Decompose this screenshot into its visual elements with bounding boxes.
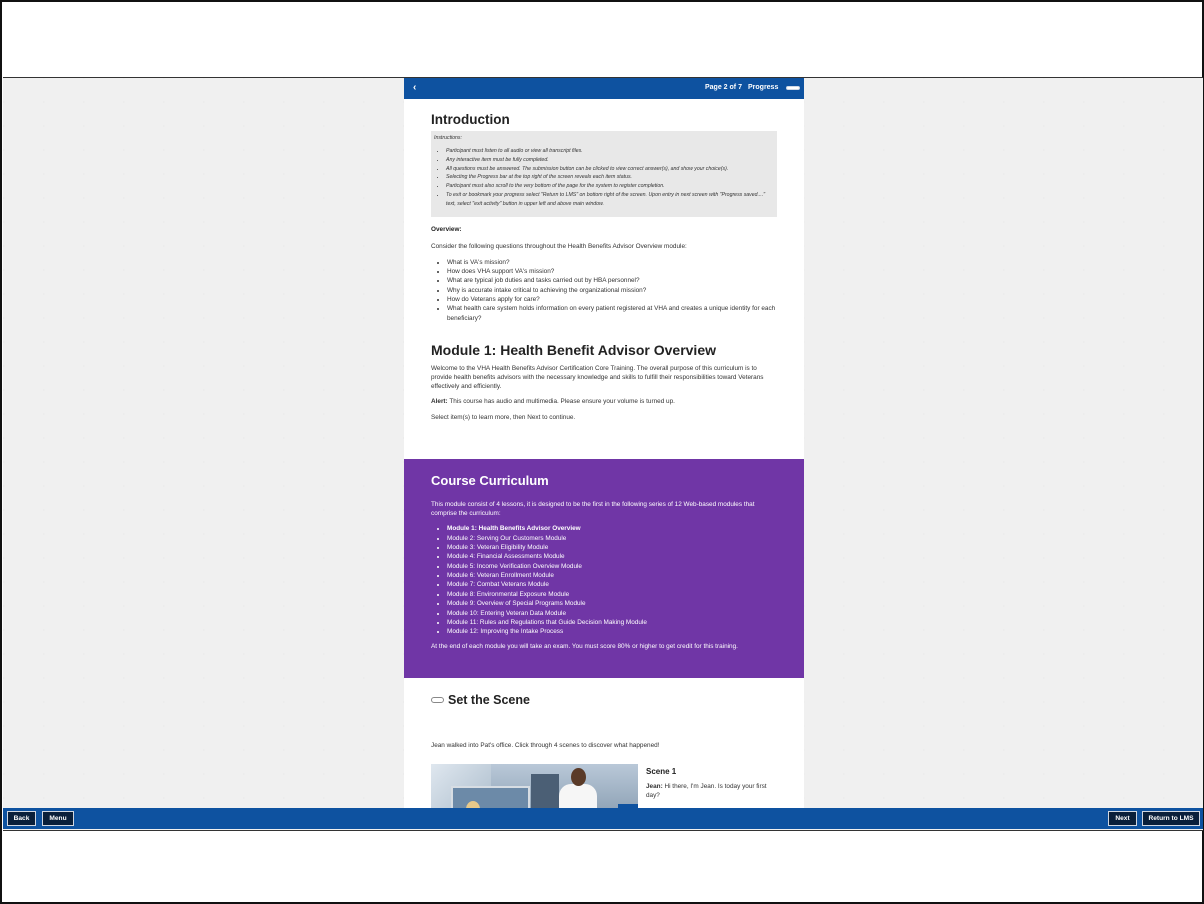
curriculum-intro: This module consist of 4 lessons, it is …: [431, 501, 755, 518]
curriculum-module-item: Module 8: Environmental Exposure Module: [447, 590, 777, 599]
bottom-bar: Back Menu Next Return to LMS: [3, 808, 1203, 829]
chevron-left-icon[interactable]: ‹: [413, 82, 416, 93]
scene-section: Set the Scene Jean walked into Pat's off…: [404, 678, 804, 808]
scene-number: Scene 1: [646, 767, 677, 776]
instruction-item: All questions must be answered. The subm…: [446, 165, 774, 174]
curriculum-module-item: Module 11: Rules and Regulations that Gu…: [447, 618, 777, 627]
instructions-label: Instructions:: [434, 135, 462, 141]
menu-button[interactable]: Menu: [42, 811, 74, 826]
curriculum-module-item: Module 6: Veteran Enrollment Module: [447, 571, 777, 580]
page-content: Introduction Instructions: Participant m…: [404, 112, 804, 808]
curriculum-module-item: Module 12: Improving the Intake Process: [447, 627, 777, 636]
welcome-text: Welcome to the VHA Health Benefits Advis…: [431, 364, 764, 391]
top-bar: ‹ Page 2 of 7 Progress: [404, 78, 804, 99]
instruction-item: Selecting the Progress bar at the top ri…: [446, 173, 774, 182]
scene-title-row: Set the Scene: [431, 693, 530, 707]
scene-line: Hi there, I'm Jean. Is today your first …: [646, 783, 767, 800]
office-shelf: [531, 774, 559, 808]
scene-image: ›: [431, 764, 638, 808]
curriculum-module-item: Module 5: Income Verification Overview M…: [447, 562, 777, 571]
overview-label: Overview:: [431, 225, 462, 233]
curriculum-exam-note: At the end of each module you will take …: [431, 642, 738, 650]
overview-question: What are typical job duties and tasks ca…: [447, 276, 777, 285]
office-cubicle: [451, 786, 530, 808]
standing-person: [559, 784, 597, 808]
curriculum-module-list: Module 1: Health Benefits Advisor Overvi…: [431, 524, 777, 636]
select-instruction: Select item(s) to learn more, then Next …: [431, 413, 576, 421]
instructions-box: Instructions: Participant must listen to…: [431, 131, 777, 217]
alert-label: Alert:: [431, 398, 448, 406]
scene-heading: Set the Scene: [448, 693, 530, 707]
scene-intro: Jean walked into Pat's office. Click thr…: [431, 742, 660, 749]
overview-question: Why is accurate intake critical to achie…: [447, 286, 777, 295]
curriculum-module-item: Module 3: Veteran Eligibility Module: [447, 543, 777, 552]
overview-question: How does VHA support VA's mission?: [447, 267, 777, 276]
overview-questions: What is VA's mission?How does VHA suppor…: [431, 258, 777, 323]
scene-dialogue: Jean: Hi there, I'm Jean. Is today your …: [646, 782, 776, 800]
curriculum-module-item: Module 7: Combat Veterans Module: [447, 580, 777, 589]
curriculum-module-item: Module 9: Overview of Special Programs M…: [447, 599, 777, 608]
next-button[interactable]: Next: [1108, 811, 1137, 826]
instruction-item: Participant must listen to all audio or …: [446, 147, 774, 156]
return-to-lms-button[interactable]: Return to LMS: [1142, 811, 1200, 826]
alert-text: Alert: This course has audio and multime…: [431, 397, 777, 406]
instruction-item: Participant must also scroll to the very…: [446, 182, 774, 191]
curriculum-heading: Course Curriculum: [431, 473, 549, 488]
curriculum-module-item: Module 10: Entering Veteran Data Module: [447, 609, 777, 618]
course-page: ‹ Page 2 of 7 Progress Introduction Inst…: [404, 78, 804, 808]
curriculum-module-item: Module 4: Financial Assessments Module: [447, 552, 777, 561]
page-indicator: Page 2 of 7: [705, 84, 742, 91]
curriculum-section: Course Curriculum This module consist of…: [404, 459, 804, 678]
module-heading: Module 1: Health Benefit Advisor Overvie…: [431, 341, 716, 358]
intro-heading: Introduction: [431, 112, 510, 127]
alert-message: This course has audio and multimedia. Pl…: [447, 398, 675, 406]
curriculum-module-item: Module 1: Health Benefits Advisor Overvi…: [447, 524, 777, 533]
overview-question: How do Veterans apply for care?: [447, 295, 777, 304]
standing-person-head: [571, 768, 586, 786]
instruction-item: To exit or bookmark your progress select…: [446, 191, 774, 209]
overview-question: What is VA's mission?: [447, 258, 777, 267]
progress-bar[interactable]: [786, 86, 800, 90]
toggle-icon: [431, 697, 444, 703]
player-stage: ‹ Page 2 of 7 Progress Introduction Inst…: [3, 77, 1203, 831]
scene-speaker: Jean:: [646, 783, 663, 790]
instructions-list: Participant must listen to all audio or …: [434, 147, 774, 209]
instruction-item: Any interactive item must be fully compl…: [446, 156, 774, 165]
progress-label[interactable]: Progress: [748, 84, 778, 91]
overview-text: Consider the following questions through…: [431, 242, 687, 250]
curriculum-module-item: Module 2: Serving Our Customers Module: [447, 534, 777, 543]
overview-question: What health care system holds informatio…: [447, 304, 777, 323]
back-button[interactable]: Back: [7, 811, 36, 826]
